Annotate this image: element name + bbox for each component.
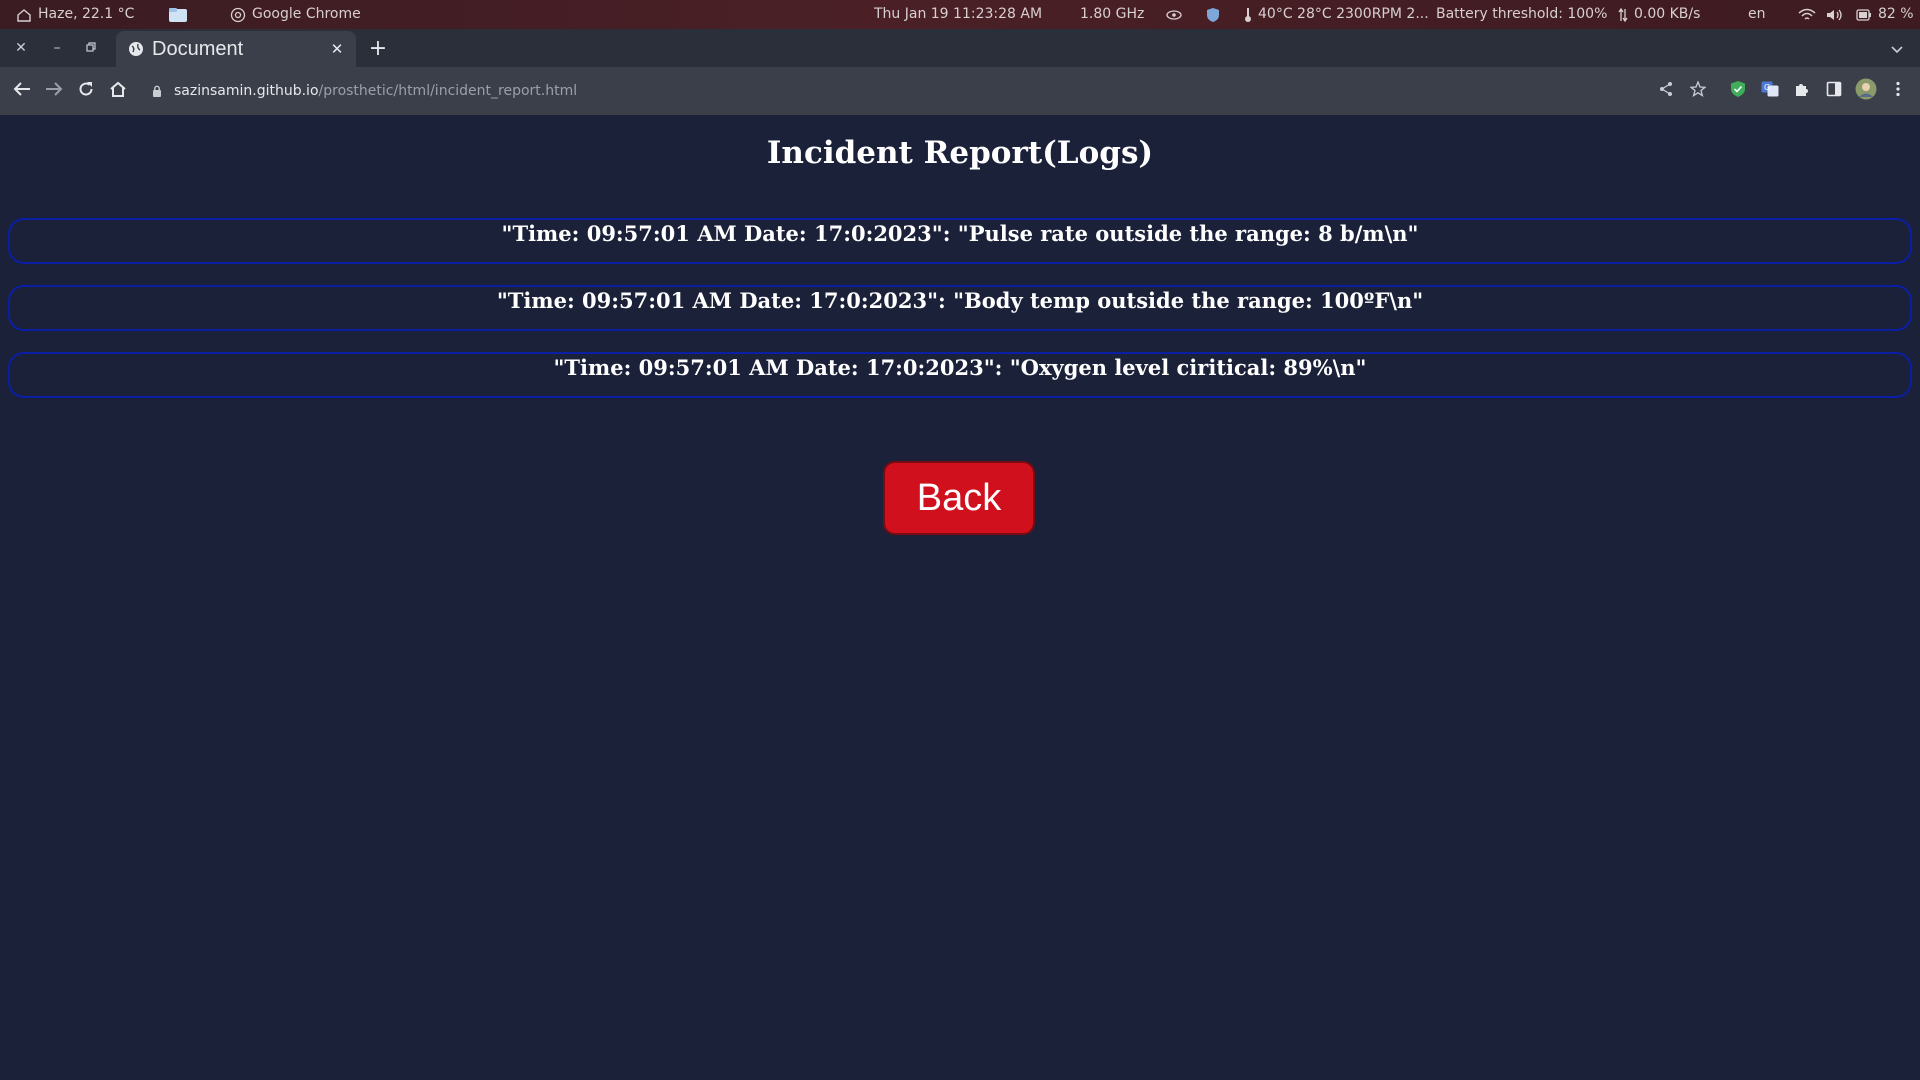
system-top-bar: Haze, 22.1 °C Google Chrome Thu Jan 19 1… [0,0,1920,29]
reload-button[interactable] [74,79,98,103]
datetime-text: Thu Jan 19 11:23:28 AM [874,6,1043,22]
side-panel-button[interactable] [1822,79,1846,103]
forward-nav-button[interactable] [42,79,66,103]
share-icon [1658,81,1674,101]
clock[interactable]: Thu Jan 19 11:23:28 AM [874,0,1042,29]
share-button[interactable] [1654,79,1678,103]
lock-icon[interactable] [152,83,162,102]
window-restore-button[interactable] [78,35,104,61]
reload-icon [78,81,94,101]
tab-close-button[interactable]: ✕ [328,40,346,58]
weather-indicator[interactable]: Haze, 22.1 °C [16,0,134,29]
network-speed-text: 0.00 KB/s [1634,6,1701,22]
profile-avatar-icon [1855,78,1877,104]
bookmark-button[interactable] [1686,79,1710,103]
home-icon [109,81,127,101]
language-text: en [1748,6,1766,22]
close-icon: ✕ [15,40,27,56]
files-icon [168,7,188,23]
log-entry: "Time: 09:57:01 AM Date: 17:0:2023": "Bo… [8,285,1912,331]
close-icon: ✕ [330,40,344,58]
active-app-name: Google Chrome [252,6,361,22]
eye-indicator[interactable] [1166,0,1182,29]
new-tab-button[interactable]: + [366,35,390,61]
back-arrow-icon [13,81,31,101]
window-minimize-button[interactable]: – [44,35,70,61]
home-button[interactable] [106,79,130,103]
url-text: sazinsamin.github.io/prosthetic/html/inc… [174,73,577,109]
files-launcher[interactable] [168,0,188,29]
profile-button[interactable] [1854,78,1878,104]
plus-icon: + [368,35,388,61]
battery-indicator[interactable]: 82 % [1856,0,1914,29]
address-bar[interactable]: sazinsamin.github.io/prosthetic/html/inc… [144,73,1694,109]
updown-arrows-icon [1618,7,1628,22]
volume-indicator[interactable] [1826,0,1844,29]
back-button[interactable]: Back [883,461,1035,535]
vpn-shield-indicator[interactable] [1206,0,1220,29]
extensions-puzzle-icon [1794,81,1810,101]
weather-text: Haze, 22.1 °C [38,6,135,22]
cpu-frequency: 1.80 GHz [1080,0,1144,29]
home-weather-icon [16,8,32,22]
thermometer-icon [1244,7,1252,23]
sensors-text: 40°C 28°C 2300RPM 2... [1258,6,1429,22]
forward-arrow-icon [45,81,63,101]
battery-text: 82 % [1878,6,1914,22]
tab-document[interactable]: Document ✕ [116,31,356,67]
adblock-extension-button[interactable] [1726,79,1750,103]
browser-toolbar: sazinsamin.github.io/prosthetic/html/inc… [0,67,1920,115]
eye-icon [1166,9,1182,20]
globe-icon [128,41,144,61]
minimize-icon: – [53,40,61,56]
battery-threshold-text: Battery threshold: 100% [1436,6,1608,22]
shield-icon [1206,7,1220,23]
network-speed-indicator[interactable]: 0.00 KB/s [1618,0,1700,29]
page-title: Incident Report(Logs) [766,135,1154,171]
star-icon [1689,80,1707,101]
cpu-freq-text: 1.80 GHz [1080,6,1145,22]
sensors-indicator[interactable]: 40°C 28°C 2300RPM 2... [1244,0,1429,29]
adblock-shield-icon [1730,80,1746,102]
page-content: Incident Report(Logs) "Time: 09:57:01 AM… [0,115,1920,1080]
browser-menu-button[interactable] [1886,79,1910,103]
back-nav-button[interactable] [10,79,34,103]
tab-search-button[interactable] [1886,37,1908,59]
tab-title: Document [152,38,244,60]
translate-extension-button[interactable]: G [1758,79,1782,103]
battery-icon [1856,8,1872,21]
volume-icon [1826,8,1844,22]
extensions-button[interactable] [1790,79,1814,103]
incident-log-list: "Time: 09:57:01 AM Date: 17:0:2023": "Pu… [8,218,1912,419]
restore-icon [86,40,96,56]
chevron-down-icon [1891,39,1903,58]
browser-tab-strip: ✕ – Document ✕ + [0,29,1920,67]
battery-threshold-indicator[interactable]: Battery threshold: 100% [1436,0,1607,29]
url-host: sazinsamin.github.io [174,83,319,99]
log-entry: "Time: 09:57:01 AM Date: 17:0:2023": "Pu… [8,218,1912,264]
window-close-button[interactable]: ✕ [8,35,34,61]
url-path: /prosthetic/html/incident_report.html [318,83,578,99]
svg-text:G: G [1764,83,1770,92]
wifi-icon [1798,8,1816,22]
wifi-indicator[interactable] [1798,0,1816,29]
keyboard-layout-indicator[interactable]: en [1748,0,1766,29]
active-app-indicator[interactable]: Google Chrome [230,0,361,29]
translate-icon: G [1761,81,1779,101]
kebab-menu-icon [1896,81,1900,101]
side-panel-icon [1826,81,1842,101]
log-entry: "Time: 09:57:01 AM Date: 17:0:2023": "Ox… [8,352,1912,398]
chrome-icon [230,7,246,23]
